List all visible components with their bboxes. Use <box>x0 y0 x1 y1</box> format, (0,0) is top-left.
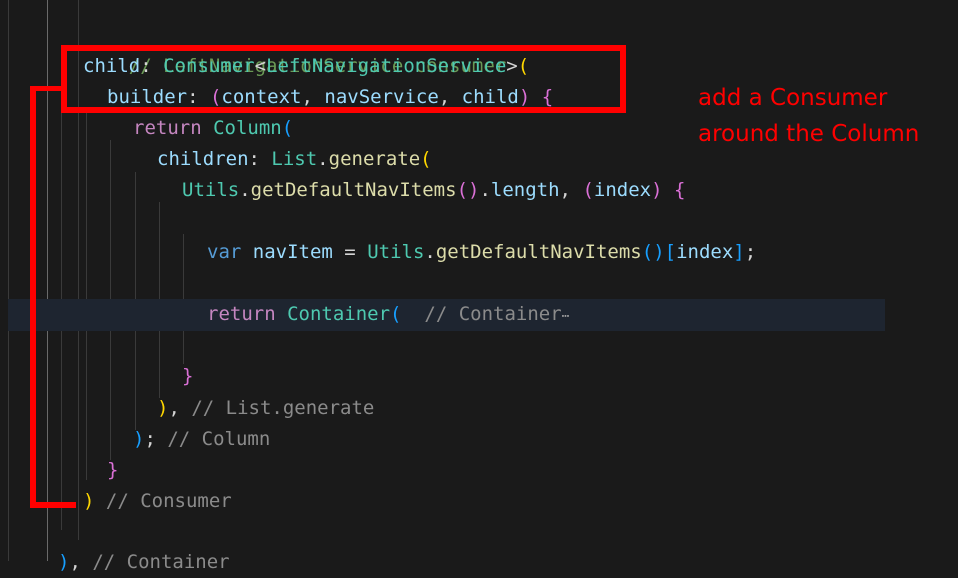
annotation-note: add a Consumer around the Column <box>698 80 919 152</box>
code-line-close-brace: } <box>182 365 194 387</box>
code-line-return-container: return Container( // Container⋯ <box>207 303 570 325</box>
closing-label: // Container <box>424 303 562 325</box>
code-line-close-consumer: ) // Consumer <box>83 490 232 512</box>
type: Utils <box>182 179 240 201</box>
code-line-return-column: return Column( <box>133 117 294 139</box>
annotation-line: around the Column <box>698 121 920 147</box>
annotation-highlight-box <box>61 45 626 113</box>
annotation-line: add a Consumer <box>698 85 888 111</box>
type: List <box>271 148 318 170</box>
folded-region-icon[interactable]: ⋯ <box>562 309 570 324</box>
function: getDefaultNavItems <box>250 179 457 201</box>
function: generate <box>328 148 421 170</box>
code-line-generate-args: Utils.getDefaultNavItems().length, (inde… <box>182 179 686 201</box>
code-line-close-generate: ), // List.generate <box>157 397 375 419</box>
annotation-bracket <box>30 502 76 508</box>
code-line-close-builder: } <box>107 459 119 481</box>
prop: length <box>490 179 560 201</box>
keyword: return <box>207 303 276 325</box>
param: index <box>676 241 734 263</box>
closing-label: // Consumer <box>105 490 232 512</box>
code-line-close-column: ); // Column <box>133 428 271 450</box>
indent-guide <box>8 0 9 561</box>
indent-guide <box>47 0 48 561</box>
indent-guide <box>86 110 87 480</box>
keyword: return <box>133 117 202 139</box>
code-line-close-container: ), // Container <box>58 551 230 573</box>
keyword: var <box>207 241 242 263</box>
type: Column <box>213 117 282 139</box>
closing-label: // Container <box>92 551 230 573</box>
annotation-bracket <box>30 86 36 508</box>
function: getDefaultNavItems <box>435 241 642 263</box>
variable: navItem <box>252 241 333 263</box>
type: Container <box>287 303 391 325</box>
code-line-navitem: var navItem = Utils.getDefaultNavItems()… <box>207 241 757 263</box>
closing-label: // Column <box>167 428 271 450</box>
closing-label: // List.generate <box>191 397 375 419</box>
prop: children <box>157 148 249 170</box>
code-line-children: children: List.generate( <box>157 148 432 170</box>
param: index <box>593 179 652 201</box>
type: Utils <box>367 241 425 263</box>
